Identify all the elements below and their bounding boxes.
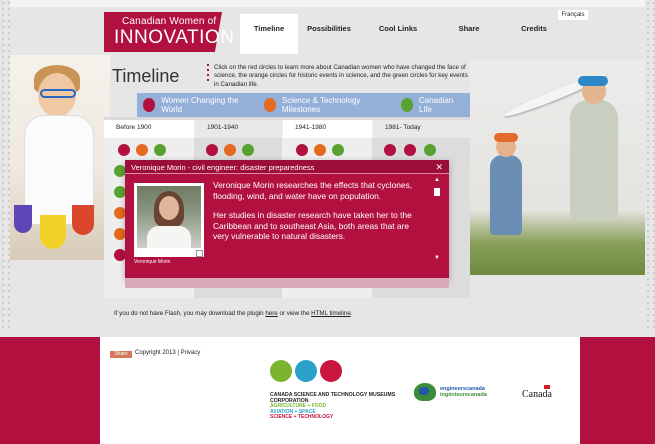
logo-title: INNOVATION [114,27,235,48]
popup-header: Veronique Morin - civil engineer: disast… [125,160,449,174]
legend-milestones[interactable]: Science & Technology Milestones [258,96,387,114]
profile-popup: Veronique Morin - civil engineer: disast… [125,160,449,278]
legend-label: Women Changing the World [161,96,239,114]
language-toggle[interactable]: Français [558,10,588,20]
popup-paragraph: Veronique Morin researches the effects t… [213,180,413,201]
engineers-canada-logo[interactable]: engineerscanada ingénieurscanada [414,383,487,401]
scroll-thumb[interactable] [434,188,440,196]
timeline-circle[interactable] [242,144,254,156]
flash-note-text: If you do not have Flash, you may downlo… [114,310,266,317]
timeline-circle[interactable] [136,144,148,156]
nav-share[interactable]: Share [436,14,502,54]
nav-cool-links[interactable]: Cool Links [360,14,436,54]
footer-band-right [580,337,655,444]
popup-paragraph: Her studies in disaster research have ta… [213,210,412,241]
green-circle-icon [400,98,413,112]
engineers-fr: ingénieurscanada [440,392,487,398]
cstm-divisions: AGRICULTURE + FOOD AVIATION + SPACE SCIE… [270,403,334,421]
privacy-link[interactable]: Privacy [181,350,201,356]
red-circle-icon [143,98,156,112]
cstm-logo-icons[interactable] [270,360,345,382]
profile-photo[interactable] [134,183,204,257]
engineers-canada-wordmark: engineerscanada ingénieurscanada [440,386,487,399]
era-header: Before 1900 1901-1940 1941-1980 1981- To… [104,120,470,138]
era-1901-1940[interactable]: 1901-1940 [194,120,282,138]
plugin-download-link[interactable]: here [265,310,277,317]
nav-credits[interactable]: Credits [502,14,566,54]
close-icon[interactable]: ✕ [435,162,443,173]
intro-bullets [206,64,212,84]
flash-note: If you do not have Flash, you may downlo… [114,310,353,317]
timeline-circle[interactable] [384,144,396,156]
copyright-text: Copyright 2013 | [135,350,181,356]
legend-label: Canadian Life [419,96,454,114]
main-nav: Timeline Possibilities Cool Links Share … [240,14,566,54]
flash-note-text: or view the [277,310,312,317]
dotted-border-left [0,0,10,330]
aviation-icon [295,360,317,382]
girl-scientist-photo [10,55,110,260]
timeline-circle[interactable] [404,144,416,156]
scroll-down-icon[interactable]: ▼ [434,255,440,261]
popup-scrollbar[interactable]: ▲ ▼ [434,177,440,265]
share-button[interactable]: Share [110,351,132,358]
dotted-border-right [645,0,655,330]
timeline-circle[interactable] [206,144,218,156]
popup-title: Veronique Morin - civil engineer: disast… [131,163,315,172]
timeline-circle[interactable] [224,144,236,156]
legend-canadian-life[interactable]: Canadian Life [395,96,462,114]
family-photo [470,60,645,275]
top-strip [10,0,645,7]
engineers-canada-icon [414,383,436,401]
orange-circle-icon [263,98,276,112]
popup-shadow [125,278,449,288]
html-timeline-link[interactable]: HTML timeline [311,310,351,317]
legend-label: Science & Technology Milestones [281,96,361,114]
era-1941-1980[interactable]: 1941-1980 [282,120,372,138]
copyright: Copyright 2013 | Privacy [135,350,200,356]
timeline-circle[interactable] [332,144,344,156]
timeline-intro: Click on the red circles to learn more a… [214,64,468,88]
timeline-circle[interactable] [314,144,326,156]
zoom-icon[interactable] [196,250,203,257]
agriculture-icon [270,360,292,382]
canada-text: Canada [522,389,552,400]
timeline-legend: Women Changing the World Science & Techn… [137,93,470,117]
portrait-image [137,186,201,248]
timeline-circle[interactable] [424,144,436,156]
popup-body: Veronique Morin researches the effects t… [213,180,425,251]
era-1981-today[interactable]: 1981- Today [372,120,470,138]
timeline-circle[interactable] [118,144,130,156]
legend-women[interactable]: Women Changing the World [137,96,250,114]
nav-timeline[interactable]: Timeline [240,14,298,54]
division-science: SCIENCE + TECHNOLOGY [270,414,334,421]
footer-band-left [0,337,100,444]
flash-note-text: . [350,310,353,317]
page-title: Timeline [112,66,180,86]
canada-wordmark[interactable]: Canada [522,385,552,400]
timeline-circle[interactable] [154,144,166,156]
photo-caption: Veronique Morin [134,259,171,265]
nav-possibilities[interactable]: Possibilities [298,14,360,54]
science-icon [320,360,342,382]
scroll-up-icon[interactable]: ▲ [434,177,440,183]
logo-subtitle: Canadian Women of [122,16,217,27]
era-before-1900[interactable]: Before 1900 [104,120,194,138]
timeline-circle[interactable] [296,144,308,156]
page: Canadian Women of INNOVATION Timeline Po… [0,0,655,444]
flag-icon [544,385,550,389]
